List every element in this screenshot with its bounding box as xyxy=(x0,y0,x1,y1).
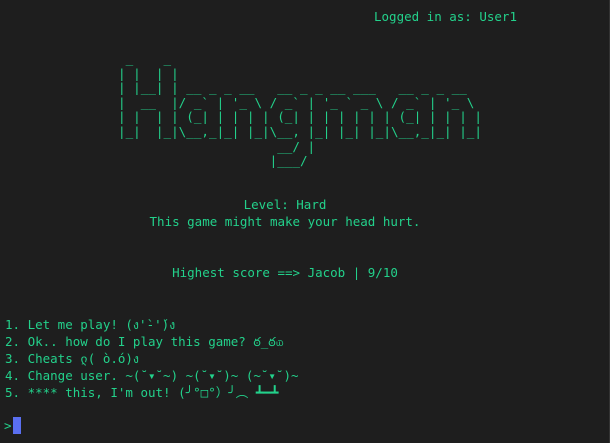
menu-item-how-to-play[interactable]: 2. Ok.. how do I play this game? ఠ_ఠ௰ xyxy=(5,333,299,350)
level-label: Level: Hard xyxy=(243,197,327,212)
menu-item-change-user[interactable]: 4. Change user. ~(˘▾˘~) ~(˘▾˘)~ (~˘▾˘)~ xyxy=(5,367,299,384)
menu-item-cheats[interactable]: 3. Cheats ლ( ò.ó)ง xyxy=(5,350,299,367)
menu-item-quit[interactable]: 5. **** this, I'm out! (╯°□°）╯︵ ┻━┻ xyxy=(5,384,299,401)
input-prompt[interactable]: > xyxy=(4,417,21,434)
text-cursor xyxy=(12,417,21,434)
tagline: This game might make your head hurt. xyxy=(149,214,421,229)
menu-item-play[interactable]: 1. Let me play! (ง'̀-'́)ง xyxy=(5,316,299,333)
prompt-symbol: > xyxy=(4,418,12,433)
main-menu: 1. Let me play! (ง'̀-'́)ง 2. Ok.. how do… xyxy=(5,316,299,401)
terminal-window[interactable]: Logged in as: User1 _ _ | | | | | |__| |… xyxy=(0,0,610,443)
ascii-title-banner: _ _ | | | | | |__| | __ _ _ __ __ _ _ __… xyxy=(118,51,482,169)
highest-score: Highest score ==> Jacob | 9/10 xyxy=(172,265,398,280)
login-status: Logged in as: User1 xyxy=(374,9,517,24)
